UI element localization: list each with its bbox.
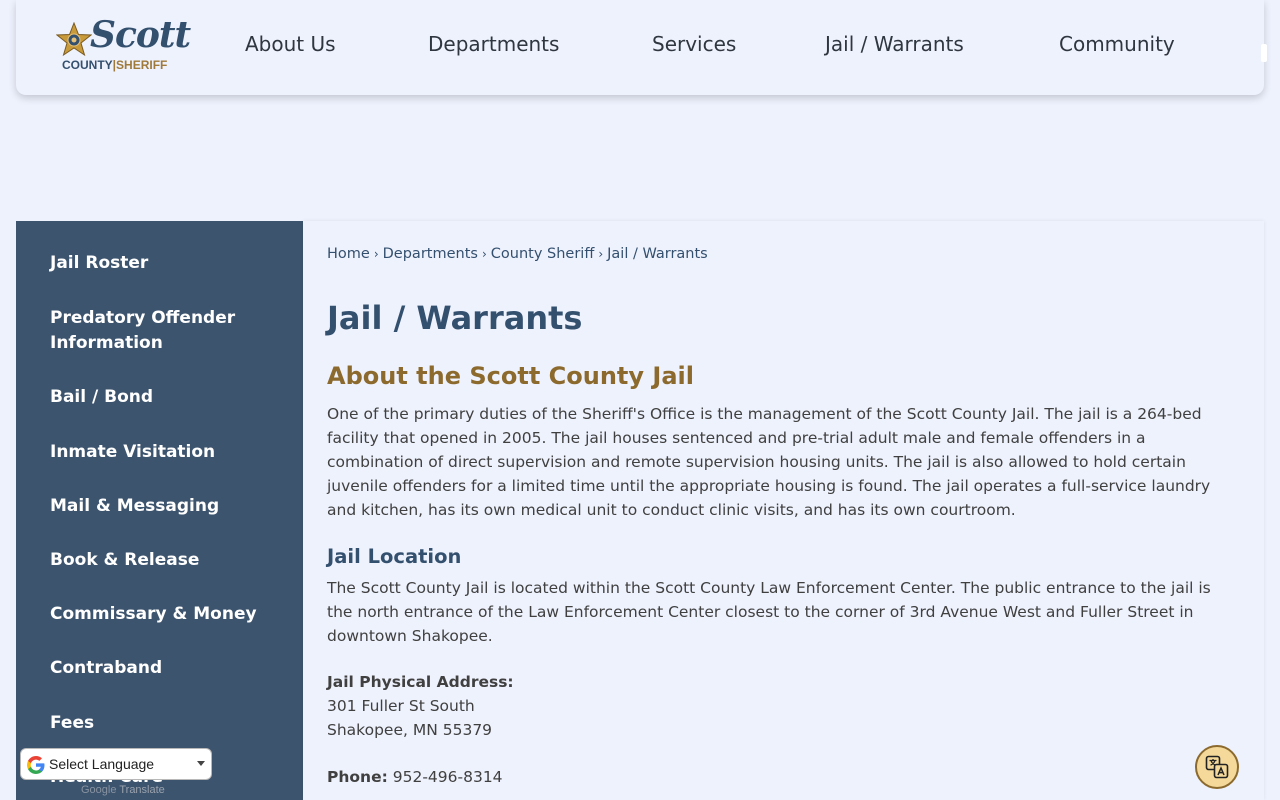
- sidebar-item-book-release[interactable]: Book & Release: [50, 548, 290, 573]
- language-select[interactable]: Select Language: [20, 748, 212, 780]
- sheriff-star-icon: [56, 22, 92, 57]
- logo-wordmark: Scott: [90, 14, 191, 56]
- phone-number[interactable]: 952-496-8314: [393, 768, 503, 786]
- nav-jail-warrants[interactable]: Jail / Warrants: [825, 32, 964, 56]
- breadcrumb-departments[interactable]: Departments: [383, 246, 478, 262]
- breadcrumb: Home › Departments › County Sheriff › Jail / W…: [327, 246, 708, 262]
- nav-about-us[interactable]: About Us: [245, 32, 336, 56]
- sidebar-item-inmate-visitation[interactable]: Inmate Visitation: [50, 440, 290, 465]
- breadcrumb-home[interactable]: Home: [327, 246, 370, 262]
- address-line-1: 301 Fuller St South: [327, 697, 475, 715]
- nav-community[interactable]: Community: [1059, 32, 1175, 56]
- main-content: Home › Departments › County Sheriff › Jail / W…: [303, 221, 1264, 800]
- translate-accessibility-button[interactable]: [1195, 745, 1239, 789]
- breadcrumb-county-sheriff[interactable]: County Sheriff: [491, 246, 595, 262]
- location-paragraph: The Scott County Jail is located within …: [327, 579, 1211, 645]
- breadcrumb-separator: ›: [481, 247, 487, 261]
- powered-by-google-translate: Google Translate: [81, 784, 165, 796]
- about-heading: About the Scott County Jail: [327, 362, 694, 390]
- site-header: Scott COUNTY|SHERIFF About Us Department…: [16, 0, 1267, 95]
- address-line-2: Shakopee, MN 55379: [327, 721, 493, 739]
- sidebar-nav: Jail Roster Predatory Offender Informati…: [16, 221, 303, 800]
- scott-county-sheriff-logo[interactable]: Scott COUNTY|SHERIFF: [56, 14, 191, 78]
- nav-departments[interactable]: Departments: [428, 32, 559, 56]
- sidebar-item-bail-bond[interactable]: Bail / Bond: [50, 385, 290, 410]
- logo-subtitle: COUNTY|SHERIFF: [62, 58, 167, 72]
- sidebar-item-fees[interactable]: Fees: [50, 711, 290, 736]
- phone-label: Phone:: [327, 768, 388, 786]
- google-g-icon: [27, 756, 45, 774]
- header-edge-tab: [1261, 44, 1267, 62]
- breadcrumb-jail-warrants[interactable]: Jail / Warrants: [607, 246, 708, 262]
- breadcrumb-separator: ›: [598, 247, 604, 261]
- about-paragraph: One of the primary duties of the Sheriff…: [327, 405, 1211, 519]
- logo-county: COUNTY: [62, 58, 113, 72]
- sidebar-item-jail-roster[interactable]: Jail Roster: [50, 251, 290, 276]
- address-label: Jail Physical Address:: [327, 673, 514, 691]
- breadcrumb-separator: ›: [373, 247, 379, 261]
- phone-block: Phone: 952-496-8314: [327, 765, 1232, 789]
- address-block: Jail Physical Address: 301 Fuller St Sou…: [327, 670, 1232, 742]
- translate-wordmark[interactable]: Translate: [119, 784, 164, 796]
- logo-sheriff: SHERIFF: [116, 58, 168, 72]
- sidebar-item-commissary-money[interactable]: Commissary & Money: [50, 602, 290, 627]
- sidebar-item-predatory-offender[interactable]: Predatory Offender Information: [50, 306, 290, 356]
- nav-services[interactable]: Services: [652, 32, 736, 56]
- translate-accessibility-icon: [1205, 755, 1229, 779]
- sidebar-item-contraband[interactable]: Contraband: [50, 656, 290, 681]
- google-wordmark: Google: [81, 784, 117, 796]
- sidebar-item-mail-messaging[interactable]: Mail & Messaging: [50, 494, 290, 519]
- location-heading: Jail Location: [327, 545, 462, 568]
- chevron-down-icon: [197, 761, 205, 766]
- page-title: Jail / Warrants: [327, 299, 583, 337]
- language-select-label: Select Language: [49, 756, 155, 772]
